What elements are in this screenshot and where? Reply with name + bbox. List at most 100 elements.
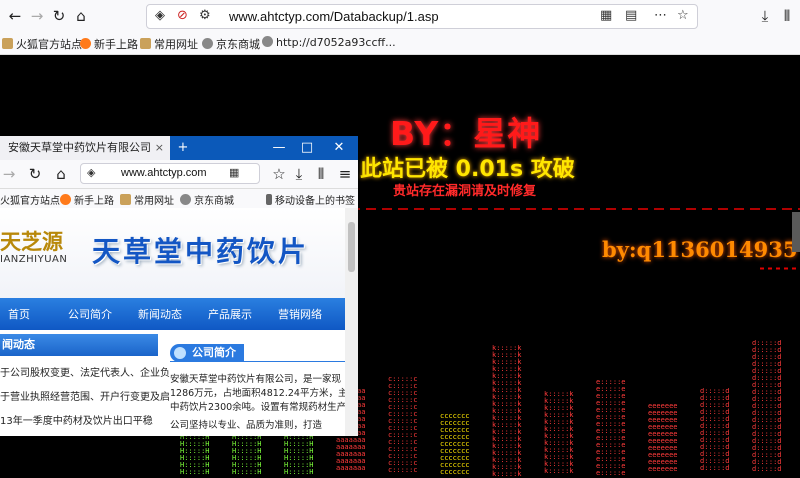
hacked-headline: 此站已被 0.01s 攻破 <box>360 157 575 182</box>
reload-icon[interactable]: ↻ <box>50 7 68 25</box>
equalizer-bar: d:::::d d:::::d d:::::d d:::::d d:::::d … <box>752 340 782 473</box>
reader-view-icon[interactable]: ▤ <box>625 8 637 24</box>
news-item[interactable]: 于营业执照经营范围、开户行变更及启 <box>0 388 170 403</box>
page-actions-icon[interactable]: ⋯ <box>654 8 667 24</box>
bookmark-star-icon[interactable]: ☆ <box>677 8 689 24</box>
popup-tab[interactable]: 安徽天草堂中药饮片有限公司 × <box>0 136 170 160</box>
back-icon[interactable]: ← <box>6 7 24 25</box>
library-icon[interactable]: ⫴ <box>778 7 796 25</box>
site-logo[interactable]: 天芝源 <box>0 226 63 256</box>
popup-bookmarks-bar: 火狐官方站点 新手上路 常用网址 京东商城 移动设备上的书签 <box>0 189 358 209</box>
menu-icon[interactable]: ≡ <box>336 165 354 183</box>
qr-code-icon[interactable]: ▦ <box>229 164 239 183</box>
bullet-icon <box>174 347 186 359</box>
vulnerability-notice: 贵站存在漏洞请及时修复 <box>393 184 537 199</box>
hacker-signature-title: BY：星神 <box>390 114 542 153</box>
equalizer-bar: H:::::H H:::::H H:::::H H:::::H H:::::H … <box>284 434 314 476</box>
site-logo-pinyin: IANZHIYUAN <box>0 254 68 265</box>
maximize-icon[interactable]: □ <box>298 139 316 157</box>
firefox-icon <box>80 38 91 49</box>
red-dash-decoration <box>760 255 796 270</box>
popup-url-text[interactable]: www.ahtctyp.com <box>121 164 207 183</box>
intro-tab: 公司简介 <box>170 344 244 362</box>
bookmark-item[interactable]: 常用网址 <box>120 192 174 207</box>
bookmark-star-icon[interactable]: ☆ <box>270 165 288 183</box>
bookmark-item[interactable]: http://d7052a93ccff... <box>262 36 396 49</box>
company-website: 天芝源 IANZHIYUAN 天草堂中药饮片 首页 公司简介 新闻动态 产品展示… <box>0 208 345 436</box>
forward-icon[interactable]: → <box>28 7 46 25</box>
news-item[interactable]: 13年一季度中药材及饮片出口平稳 <box>0 412 153 427</box>
bookmarks-toolbar: 火狐官方站点 新手上路 常用网址 京东商城 http://d7052a93ccf… <box>0 33 800 55</box>
home-icon[interactable]: ⌂ <box>52 165 70 183</box>
globe-icon <box>262 36 273 47</box>
equalizer-bar: c:::::c c:::::c c:::::c c:::::c c:::::c … <box>388 376 418 474</box>
news-item[interactable]: 于公司股权变更、法定代表人、企业负 <box>0 364 170 379</box>
equalizer-bar: e:::::e e:::::e e:::::e e:::::e e:::::e … <box>596 379 626 477</box>
bookmark-item[interactable]: 新手上路 <box>60 192 114 207</box>
popup-tab-title: 安徽天草堂中药饮片有限公司 <box>8 141 151 154</box>
bookmark-item[interactable]: 京东商城 <box>180 192 234 207</box>
menu-item-products[interactable]: 产品展示 <box>208 306 252 322</box>
bookmark-item[interactable]: 常用网址 <box>140 36 198 52</box>
address-bar[interactable]: ◈ ⊘ ⚙ www.ahtctyp.com/Databackup/1.asp ▦… <box>146 4 698 29</box>
shield-icon[interactable]: ◈ <box>87 164 95 183</box>
intro-divider <box>170 361 345 362</box>
insecure-lock-icon[interactable]: ⊘ <box>177 8 188 24</box>
menu-item-home[interactable]: 首页 <box>8 306 30 322</box>
site-banner: 天芝源 IANZHIYUAN 天草堂中药饮片 <box>0 208 345 300</box>
news-heading: 闻动态 <box>0 334 158 356</box>
reload-icon[interactable]: ↻ <box>26 165 44 183</box>
popup-browser-window: 安徽天草堂中药饮片有限公司 × + — □ ✕ → ↻ ⌂ ◈ www.ahtc… <box>0 136 358 436</box>
equalizer-bar: d:::::d d:::::d d:::::d d:::::d d:::::d … <box>700 388 730 472</box>
permissions-icon[interactable]: ⚙ <box>199 8 211 24</box>
folder-icon <box>120 194 131 205</box>
menu-item-news[interactable]: 新闻动态 <box>138 306 182 322</box>
downloads-icon[interactable]: ⤓ <box>290 165 308 183</box>
window-edge <box>792 212 800 252</box>
equalizer-bar: eeeeeee eeeeeee eeeeeee eeeeeee eeeeeee … <box>648 403 678 473</box>
globe-icon <box>202 38 213 49</box>
intro-line: 1286万元，占地面积4812.24平方米，主体 <box>170 388 345 399</box>
menu-item-network[interactable]: 营销网络 <box>278 306 322 322</box>
browser-toolbar: ← → ↻ ⌂ ◈ ⊘ ⚙ www.ahtctyp.com/Databackup… <box>0 0 800 34</box>
red-divider-line <box>350 208 800 210</box>
forward-icon[interactable]: → <box>0 165 18 183</box>
intro-line: 中药饮片2300余吨。设置有常规药材生产线 <box>170 402 345 413</box>
company-intro-text: 安徽天草堂中药饮片有限公司，是一家现 1286万元，占地面积4812.24平方米… <box>170 373 345 433</box>
bookmark-item[interactable]: 火狐官方站点 <box>2 36 82 52</box>
site-menu: 首页 公司简介 新闻动态 产品展示 营销网络 <box>0 298 345 330</box>
hacker-contact: by:q1136014935 <box>602 237 798 262</box>
bookmark-item[interactable]: 移动设备上的书签 <box>266 192 355 207</box>
qr-code-icon[interactable]: ▦ <box>600 8 612 24</box>
new-tab-icon[interactable]: + <box>174 139 192 157</box>
equalizer-bar: ccccccc ccccccc ccccccc ccccccc ccccccc … <box>440 413 470 476</box>
banner-title: 天草堂中药饮片 <box>92 235 310 268</box>
url-text[interactable]: www.ahtctyp.com/Databackup/1.asp <box>229 9 439 24</box>
popup-scrollbar[interactable] <box>345 208 358 436</box>
folder-icon <box>2 38 13 49</box>
bookmark-item[interactable]: 京东商城 <box>202 36 260 52</box>
menu-item-about[interactable]: 公司简介 <box>68 306 112 322</box>
folder-icon <box>140 38 151 49</box>
firefox-icon <box>60 194 71 205</box>
shield-icon[interactable]: ◈ <box>155 8 165 24</box>
popup-nav-bar: → ↻ ⌂ ◈ www.ahtctyp.com ▦ ☆ ⤓ ⫴ ≡ <box>0 160 358 189</box>
downloads-icon[interactable]: ⤓ <box>756 7 774 25</box>
tab-close-icon[interactable]: × <box>155 136 164 160</box>
bookmark-item[interactable]: 火狐官方站点 <box>0 192 60 207</box>
popup-address-bar[interactable]: ◈ www.ahtctyp.com ▦ <box>80 163 260 184</box>
home-icon[interactable]: ⌂ <box>72 7 90 25</box>
intro-line: 公司坚持以专业、品质为准则，打造 <box>170 420 323 431</box>
mobile-icon <box>266 194 272 205</box>
news-panel: 闻动态 于公司股权变更、法定代表人、企业负 于营业执照经营范围、开户行变更及启 … <box>0 334 170 436</box>
equalizer-bar: k:::::k k:::::k k:::::k k:::::k k:::::k … <box>492 345 522 478</box>
intro-header: 公司简介 <box>170 344 345 362</box>
library-icon[interactable]: ⫴ <box>312 165 330 183</box>
equalizer-bar: k:::::k k:::::k k:::::k k:::::k k:::::k … <box>544 391 574 475</box>
bookmark-item[interactable]: 新手上路 <box>80 36 138 52</box>
globe-icon <box>180 194 191 205</box>
minimize-icon[interactable]: — <box>270 139 288 157</box>
window-close-icon[interactable]: ✕ <box>330 139 348 157</box>
scrollbar-thumb[interactable] <box>348 222 355 272</box>
popup-tab-bar: 安徽天草堂中药饮片有限公司 × + — □ ✕ <box>0 136 358 160</box>
